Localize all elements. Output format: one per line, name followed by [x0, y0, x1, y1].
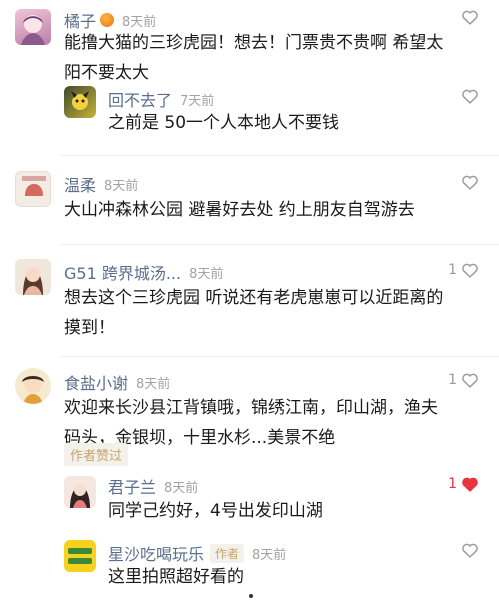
- like-button[interactable]: 1: [448, 262, 479, 278]
- comment-time: 8天前: [104, 178, 139, 194]
- comment-text: 想去这个三珍虎园 听说还有老虎崽崽可以近距离的 摸到！: [64, 288, 444, 338]
- like-button[interactable]: [461, 88, 479, 104]
- reply-author-name[interactable]: 君子兰: [108, 474, 156, 498]
- reply-text: 同学己约好，4号出发印山湖: [108, 501, 323, 521]
- divider: [60, 155, 499, 156]
- scroll-indicator-dot: [249, 594, 253, 598]
- comment-time: 8天前: [122, 14, 157, 30]
- comment-author-name[interactable]: 温柔: [64, 172, 96, 196]
- author-tag: 作者: [210, 543, 245, 563]
- heart-icon: [462, 543, 478, 558]
- heart-filled-icon: [462, 477, 478, 492]
- reply-time: 7天前: [180, 93, 215, 109]
- comment-text: 大山冲森林公园 避暑好去处 约上朋友自驾游去: [64, 200, 415, 220]
- heart-icon: [462, 263, 478, 278]
- comment-time: 8天前: [136, 376, 171, 392]
- avatar[interactable]: [64, 86, 96, 118]
- orange-badge-icon: [100, 13, 115, 27]
- avatar[interactable]: [15, 259, 51, 295]
- like-button[interactable]: 1: [448, 476, 479, 492]
- heart-icon: [462, 175, 478, 190]
- reply-time: 8天前: [252, 547, 287, 563]
- comment-time: 8天前: [189, 266, 224, 282]
- comment-author-name[interactable]: G51 跨界城汤...: [64, 260, 181, 284]
- reply-text: 这里拍照超好看的: [108, 567, 244, 587]
- avatar[interactable]: [15, 171, 51, 207]
- avatar[interactable]: [15, 9, 51, 45]
- divider: [60, 356, 499, 357]
- comment-author-name[interactable]: 食盐小谢: [64, 370, 128, 394]
- divider: [60, 244, 499, 245]
- avatar[interactable]: [64, 540, 96, 572]
- like-button[interactable]: [461, 542, 479, 558]
- reply-text: 之前是 50一个人本地人不要钱: [108, 113, 340, 133]
- avatar[interactable]: [15, 368, 51, 404]
- like-button[interactable]: [461, 174, 479, 190]
- heart-icon: [462, 10, 478, 25]
- like-count: 1: [448, 372, 457, 388]
- like-button[interactable]: 1: [448, 372, 479, 388]
- like-button[interactable]: [461, 9, 479, 25]
- reply-time: 8天前: [164, 480, 199, 496]
- like-count: 1: [448, 262, 457, 278]
- avatar[interactable]: [64, 476, 96, 508]
- author-liked-badge: 作者赞过: [64, 443, 129, 466]
- heart-icon: [462, 373, 478, 388]
- like-count: 1: [448, 476, 457, 492]
- comment-text: 能撸大猫的三珍虎园！想去！门票贵不贵啊 希望太 阳不要太大: [64, 33, 444, 83]
- heart-icon: [462, 89, 478, 104]
